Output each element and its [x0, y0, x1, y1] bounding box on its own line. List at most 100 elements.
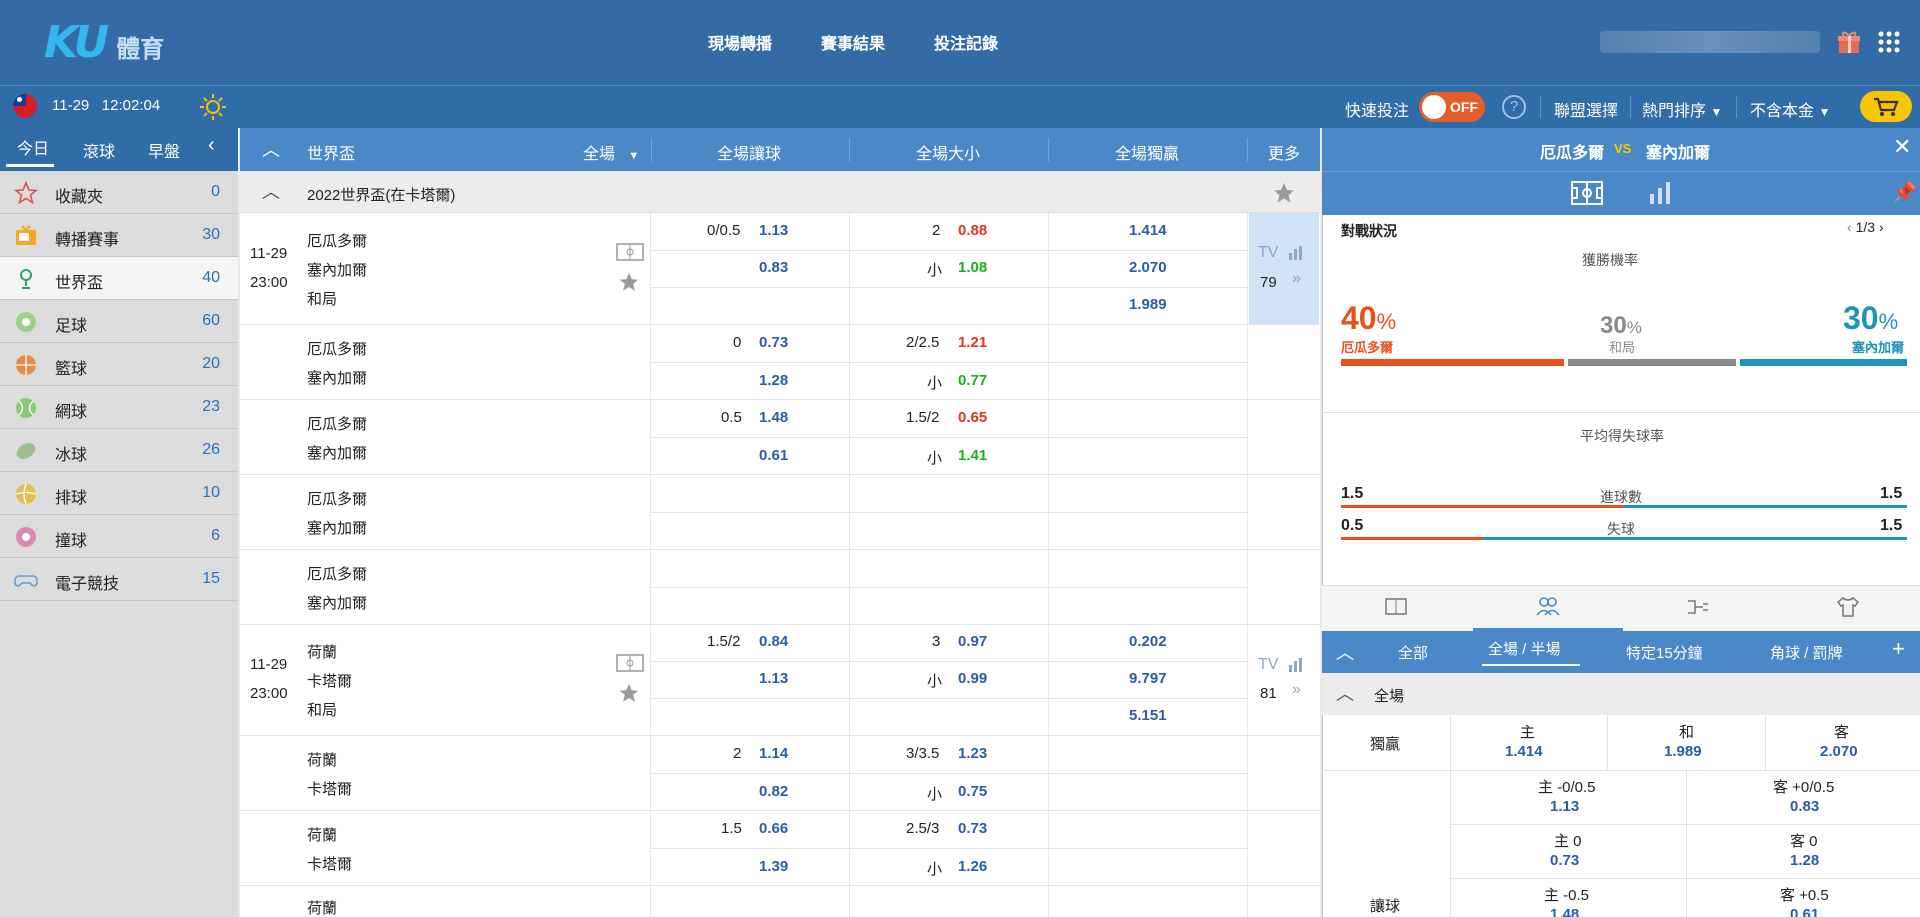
hdp-away-odds[interactable]: 0.83 [1790, 798, 1819, 815]
pin-icon[interactable]: 📌 [1892, 180, 1917, 205]
jersey-tab-icon[interactable] [1837, 597, 1859, 617]
ml-draw-odds[interactable]: 1.989 [1664, 743, 1702, 760]
odds-button[interactable]: 0.65 [958, 409, 987, 426]
sidebar-item-worldcup[interactable]: 世界盃 40 [0, 257, 238, 300]
nav-results[interactable]: 賽事結果 [821, 30, 885, 54]
sidebar-item-billiards[interactable]: 撞球 6 [0, 515, 238, 558]
odds-button[interactable]: 1.414 [1129, 222, 1167, 239]
help-icon[interactable]: ? [1502, 95, 1526, 119]
odds-button[interactable]: 1.08 [958, 259, 987, 276]
odds-button[interactable]: 9.797 [1129, 670, 1167, 687]
collapse-icon[interactable]: ︿ [1336, 680, 1354, 706]
stats-view-icon[interactable] [1648, 182, 1672, 204]
odds-button[interactable]: 1.26 [958, 858, 987, 875]
odds-button[interactable]: 1.28 [759, 372, 788, 389]
hdp-away-odds[interactable]: 0.61 [1790, 906, 1819, 917]
double-chevron-right-icon[interactable]: » [1292, 270, 1301, 288]
sidebar-item-esports[interactable]: 電子競技 15 [0, 558, 238, 601]
star-icon[interactable] [618, 271, 640, 293]
odds-button[interactable]: 1.21 [958, 334, 987, 351]
sidebar-item-volleyball[interactable]: 排球 10 [0, 472, 238, 515]
ku-logo[interactable]: KU 體育 [44, 17, 164, 68]
hdp-away-odds[interactable]: 1.28 [1790, 852, 1819, 869]
sidebar-item-tennis[interactable]: 網球 23 [0, 386, 238, 429]
sidebar-item-favorites[interactable]: 收藏夾 0 [0, 171, 238, 214]
odds-button[interactable]: 0.77 [958, 372, 987, 389]
odds-button[interactable]: 0.202 [1129, 633, 1167, 650]
close-icon[interactable]: ✕ [1893, 134, 1911, 160]
sidebar-item-soccer[interactable]: 足球 60 [0, 300, 238, 343]
odds-button[interactable]: 1.14 [759, 745, 788, 762]
odds-button[interactable]: 1.23 [958, 745, 987, 762]
subtab-corners[interactable]: 角球 / 罰牌 [1770, 642, 1843, 663]
odds-button[interactable]: 0.73 [958, 820, 987, 837]
more-markets-count[interactable]: 79 [1260, 274, 1277, 291]
hdp-home-odds[interactable]: 1.48 [1550, 906, 1579, 917]
odds-button[interactable]: 1.48 [759, 409, 788, 426]
chevron-left-icon[interactable]: ‹ [1847, 219, 1852, 235]
odds-button[interactable]: 0.88 [958, 222, 987, 239]
pitch-icon[interactable] [616, 654, 644, 672]
star-icon[interactable] [1272, 181, 1296, 205]
nav-bet-history[interactable]: 投注記錄 [934, 30, 998, 54]
gift-icon[interactable] [1838, 30, 1860, 54]
collapse-sidebar-icon[interactable]: ‹ [208, 134, 215, 157]
league-select-button[interactable]: 聯盟選擇 [1554, 97, 1618, 121]
cart-button[interactable] [1860, 91, 1912, 122]
hdp-home-odds[interactable]: 1.13 [1550, 798, 1579, 815]
odds-button[interactable]: 0.99 [958, 670, 987, 687]
hdp-home-odds[interactable]: 0.73 [1550, 852, 1579, 869]
odds-button[interactable]: 0.83 [759, 259, 788, 276]
league-collapse-icon[interactable]: ︿ [262, 178, 280, 204]
odds-button[interactable]: 0.82 [759, 783, 788, 800]
hot-sort-dropdown[interactable]: 熱門排序 ▼ [1642, 97, 1722, 121]
odds-button[interactable]: 5.151 [1129, 707, 1167, 724]
subtab-fullhalf[interactable]: 全場 / 半場 [1488, 638, 1561, 659]
fulltime-section-header[interactable] [1322, 673, 1920, 715]
odds-button[interactable]: 2.070 [1129, 259, 1167, 276]
ml-home-odds[interactable]: 1.414 [1505, 743, 1543, 760]
principal-dropdown[interactable]: 不含本金 ▼ [1750, 97, 1830, 121]
ml-away-odds[interactable]: 2.070 [1820, 743, 1858, 760]
nav-live[interactable]: 現場轉播 [708, 30, 772, 54]
sidebar-item-basketball[interactable]: 籃球 20 [0, 343, 238, 386]
tv-icon[interactable]: TV [1258, 656, 1278, 674]
match1-tv-panel[interactable] [1249, 213, 1319, 324]
subtab-15min[interactable]: 特定15分鐘 [1626, 642, 1703, 663]
period-dropdown[interactable]: 全場 ▼ [583, 140, 639, 164]
pitch-tab-icon[interactable] [1385, 598, 1407, 615]
stats-icon[interactable] [1288, 246, 1304, 260]
chevron-right-icon[interactable]: › [1879, 219, 1884, 235]
taiwan-flag-icon[interactable] [13, 94, 37, 118]
sun-icon[interactable] [200, 94, 226, 120]
stats-pager[interactable]: ‹ 1/3 › [1847, 219, 1884, 235]
subtab-all[interactable]: 全部 [1398, 642, 1428, 663]
star-icon[interactable] [618, 682, 640, 704]
odds-button[interactable]: 0.73 [759, 334, 788, 351]
tv-icon[interactable]: TV [1258, 244, 1278, 262]
apps-grid-icon[interactable] [1878, 31, 1900, 53]
odds-button[interactable]: 1.989 [1129, 296, 1167, 313]
players-tab-icon[interactable] [1536, 596, 1560, 616]
plus-icon[interactable]: + [1892, 636, 1905, 662]
tab-today[interactable]: 今日 [17, 135, 49, 159]
double-chevron-right-icon[interactable]: » [1292, 681, 1301, 699]
sidebar-item-hockey[interactable]: 冰球 26 [0, 429, 238, 472]
odds-button[interactable]: 0.61 [759, 447, 788, 464]
quick-bet-toggle[interactable]: OFF [1419, 92, 1485, 122]
pitch-view-icon[interactable] [1571, 181, 1603, 205]
sidebar-item-broadcast[interactable]: 轉播賽事 30 [0, 214, 238, 257]
odds-button[interactable]: 0.75 [958, 783, 987, 800]
pitch-icon[interactable] [616, 243, 644, 261]
odds-button[interactable]: 1.13 [759, 670, 788, 687]
collapse-icon[interactable]: ︿ [1336, 639, 1354, 665]
odds-button[interactable]: 0.84 [759, 633, 788, 650]
odds-button[interactable]: 0.97 [958, 633, 987, 650]
odds-button[interactable]: 0.66 [759, 820, 788, 837]
tab-inplay[interactable]: 滾球 [83, 138, 115, 162]
collapse-all-icon[interactable]: ︿ [262, 136, 280, 162]
odds-button[interactable]: 1.41 [958, 447, 987, 464]
odds-button[interactable]: 1.39 [759, 858, 788, 875]
bracket-tab-icon[interactable] [1687, 598, 1709, 616]
more-markets-count[interactable]: 81 [1260, 685, 1277, 702]
